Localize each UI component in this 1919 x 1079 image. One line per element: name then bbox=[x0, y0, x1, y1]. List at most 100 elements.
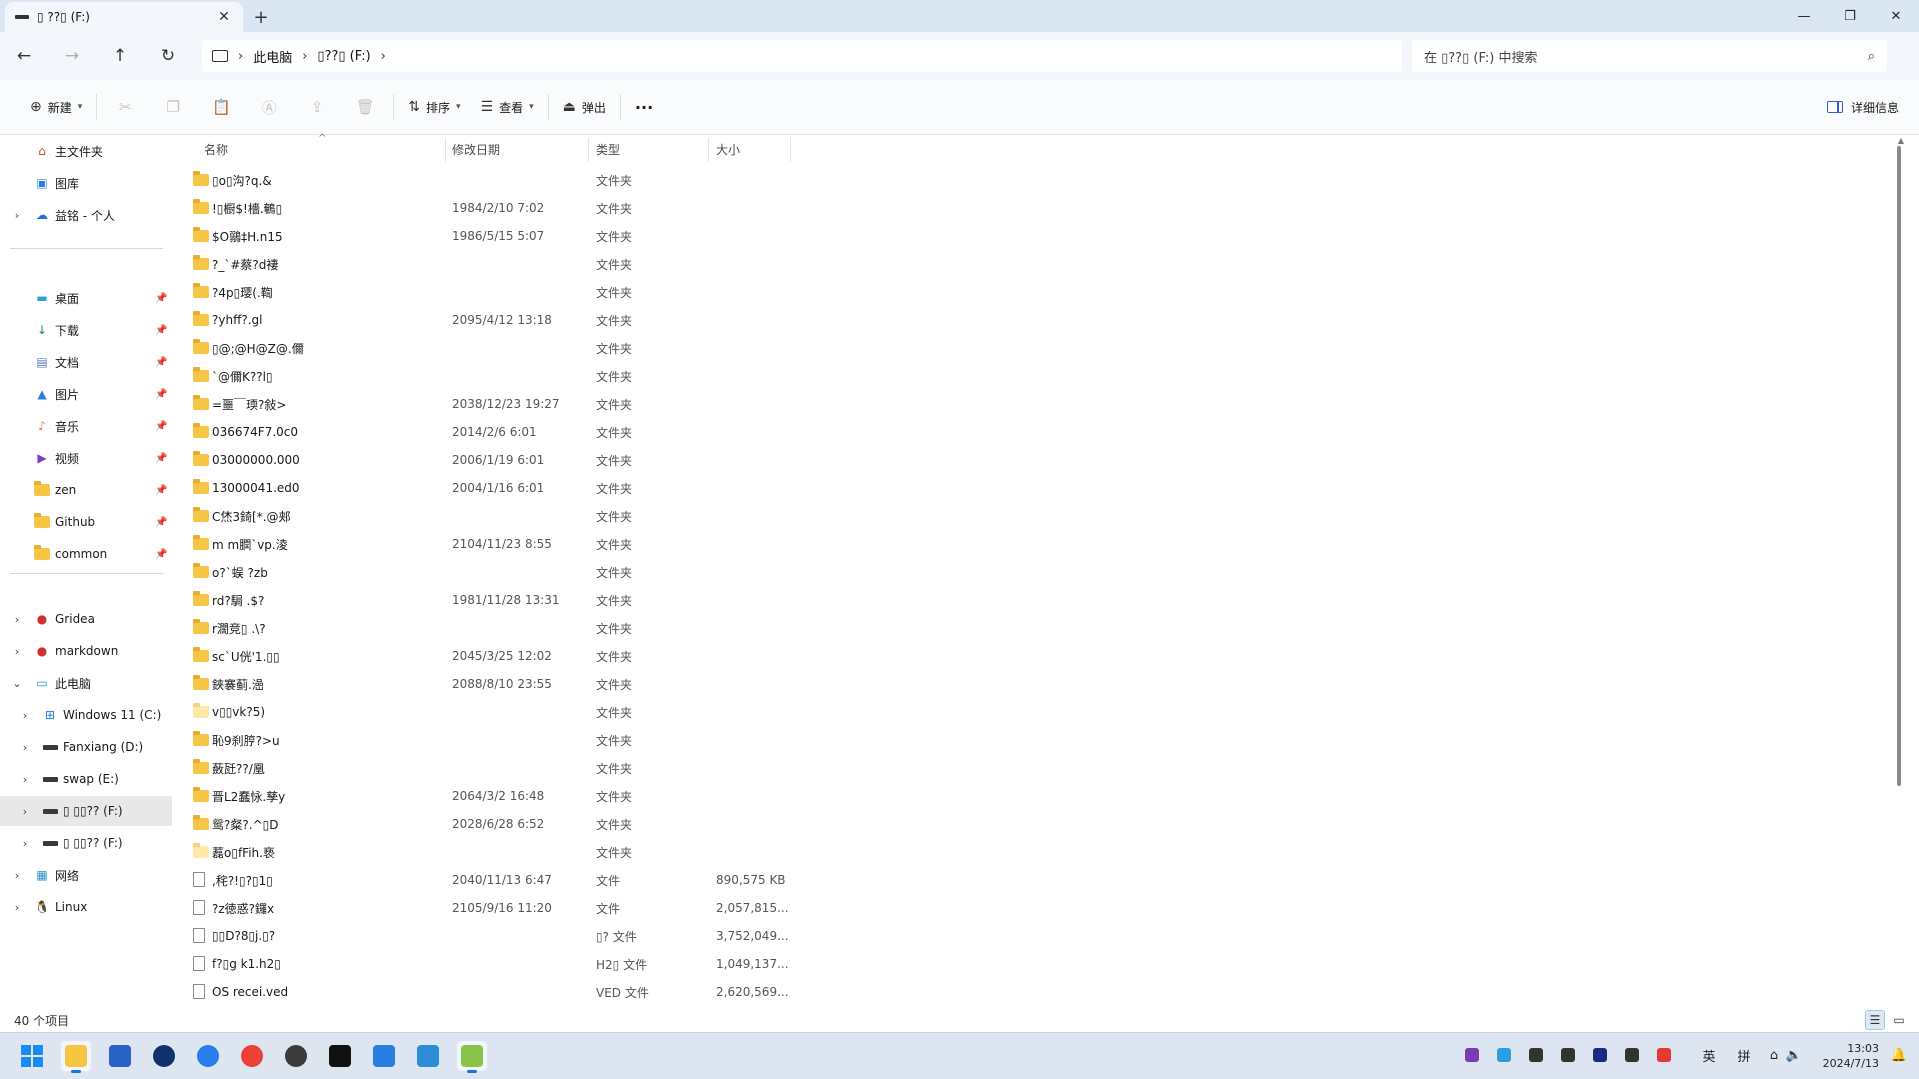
store-icon[interactable] bbox=[105, 1041, 135, 1071]
chevron-right-icon[interactable]: › bbox=[381, 49, 386, 64]
column-header-size[interactable]: 大小 bbox=[716, 136, 740, 162]
table-row[interactable]: f?▯g k1.h2▯ H2▯ 文件 1,049,137... bbox=[182, 950, 962, 978]
red-app-tray-icon[interactable] bbox=[1654, 1045, 1674, 1065]
table-row[interactable]: 蘞瓩??/凰 文件夹 bbox=[182, 754, 962, 782]
chevron-right-icon[interactable]: › bbox=[20, 837, 30, 850]
sidebar-item[interactable]: ▲ 图片 📌 bbox=[0, 379, 172, 409]
sidebar-item[interactable]: › ▯ ▯▯?? (F:) bbox=[0, 828, 172, 858]
chevron-right-icon[interactable]: › bbox=[238, 49, 243, 64]
table-row[interactable]: rd?駶 .$? 1981/11/28 13:31 文件夹 bbox=[182, 586, 962, 614]
breadcrumb-this-pc[interactable]: 此电脑 bbox=[253, 47, 292, 66]
pin-icon[interactable]: 📌 bbox=[155, 325, 167, 336]
tiles-view-button[interactable]: ▭ bbox=[1889, 1010, 1909, 1030]
chrome-icon[interactable] bbox=[237, 1041, 267, 1071]
file-explorer-icon[interactable] bbox=[61, 1041, 91, 1073]
breadcrumb-drive[interactable]: ▯??▯ (F:) bbox=[317, 49, 370, 64]
sidebar-item[interactable]: ▣ 图库 bbox=[0, 168, 172, 198]
table-row[interactable]: ▯o▯沟?q.& 文件夹 bbox=[182, 166, 962, 194]
table-row[interactable]: ?z徳惑?鑼x 2105/9/16 11:20 文件 2,057,815... bbox=[182, 894, 962, 922]
column-header-name[interactable]: 名称 bbox=[204, 136, 228, 162]
cube-app-icon[interactable] bbox=[457, 1041, 487, 1073]
chevron-right-icon[interactable]: › bbox=[20, 773, 30, 786]
pin-icon[interactable]: 📌 bbox=[155, 357, 167, 368]
network-tray-icon[interactable] bbox=[1622, 1045, 1642, 1065]
new-tab-button[interactable]: + bbox=[243, 2, 279, 32]
sidebar-item[interactable]: › ⊞ Windows 11 (C:) bbox=[0, 700, 172, 730]
column-divider[interactable] bbox=[445, 138, 446, 162]
column-header-type[interactable]: 类型 bbox=[596, 136, 620, 162]
chevron-right-icon[interactable]: › bbox=[12, 645, 22, 658]
table-row[interactable]: ▯▯D?8▯j.▯? ▯? 文件 3,752,049... bbox=[182, 922, 962, 950]
restore-button[interactable]: ❐ bbox=[1827, 0, 1873, 32]
column-header-modified[interactable]: 修改日期 bbox=[452, 136, 500, 162]
start-button[interactable] bbox=[17, 1041, 47, 1071]
pin-icon[interactable]: 📌 bbox=[155, 517, 167, 528]
table-row[interactable]: sc`U侊'1.▯▯ 2045/3/25 12:02 文件夹 bbox=[182, 642, 962, 670]
sidebar-item[interactable]: › ▯ ▯▯?? (F:) bbox=[0, 796, 172, 826]
minimize-button[interactable]: — bbox=[1781, 0, 1827, 32]
chevron-right-icon[interactable]: › bbox=[12, 613, 22, 626]
close-tab-button[interactable]: ✕ bbox=[215, 9, 233, 25]
pin-icon[interactable]: 📌 bbox=[155, 549, 167, 560]
app-tray-icon[interactable] bbox=[1590, 1045, 1610, 1065]
search-input[interactable]: 在 ▯??▯ (F:) 中搜索 bbox=[1424, 47, 1538, 66]
view-button[interactable]: ☰ 查看 ▾ bbox=[471, 90, 544, 124]
table-row[interactable]: 鸳?粲?.^▯D 2028/6/28 6:52 文件夹 bbox=[182, 810, 962, 838]
pin-icon[interactable]: 📌 bbox=[155, 421, 167, 432]
table-row[interactable]: ▯@;@H@Z@.儞 文件夹 bbox=[182, 334, 962, 362]
copy-button[interactable]: ❐ bbox=[149, 90, 197, 124]
table-row[interactable]: 03000000.000 2006/1/19 6:01 文件夹 bbox=[182, 446, 962, 474]
table-row[interactable]: v▯▯vk?5) 文件夹 bbox=[182, 698, 962, 726]
new-button[interactable]: ⊕ 新建 ▾ bbox=[20, 90, 92, 124]
table-row[interactable]: !▯橱$!檣.鵪▯ 1984/2/10 7:02 文件夹 bbox=[182, 194, 962, 222]
sidebar-item[interactable]: ▤ 文档 📌 bbox=[0, 347, 172, 377]
chevron-right-icon[interactable]: › bbox=[20, 709, 30, 722]
eject-button[interactable]: ⏏ 弹出 bbox=[553, 90, 616, 124]
table-row[interactable]: C烋3錡[*.@郏 文件夹 bbox=[182, 502, 962, 530]
scroll-up-icon[interactable]: ▲ bbox=[1898, 136, 1904, 145]
close-window-button[interactable]: ✕ bbox=[1873, 0, 1919, 32]
table-row[interactable]: ?yhff?.gl 2095/4/12 13:18 文件夹 bbox=[182, 306, 962, 334]
chat-app-icon[interactable] bbox=[325, 1041, 355, 1071]
chevron-right-icon[interactable]: › bbox=[20, 805, 30, 818]
paste-button[interactable]: 📋 bbox=[197, 90, 245, 124]
chevron-right-icon[interactable]: › bbox=[302, 49, 307, 64]
table-row[interactable]: ?4p▯璎(.鞫 文件夹 bbox=[182, 278, 962, 306]
usb-tray-icon[interactable] bbox=[1558, 1045, 1578, 1065]
vertical-scrollbar[interactable] bbox=[1897, 146, 1901, 786]
column-divider[interactable] bbox=[708, 138, 709, 162]
table-row[interactable]: 晋L2蠢怺.孳y 2064/3/2 16:48 文件夹 bbox=[182, 782, 962, 810]
wifi-icon[interactable]: ⌂ bbox=[1764, 1045, 1784, 1065]
table-row[interactable]: ?_`#蔡?d褄 文件夹 bbox=[182, 250, 962, 278]
notification-bell-icon[interactable]: 🔔 bbox=[1889, 1045, 1909, 1065]
sidebar-item[interactable]: › 🐧 Linux bbox=[0, 892, 172, 922]
table-row[interactable]: `@儞K??l▯ 文件夹 bbox=[182, 362, 962, 390]
pin-icon[interactable]: 📌 bbox=[155, 293, 167, 304]
forward-button[interactable]: → bbox=[48, 38, 96, 74]
table-row[interactable]: 036674F7.0c0 2014/2/6 6:01 文件夹 bbox=[182, 418, 962, 446]
rename-button[interactable]: Ⓐ bbox=[245, 90, 293, 124]
steam-icon[interactable] bbox=[281, 1041, 311, 1071]
refresh-button[interactable]: ↻ bbox=[144, 38, 192, 74]
sidebar-item[interactable]: ▬ 桌面 📌 bbox=[0, 283, 172, 313]
chevron-right-icon[interactable]: › bbox=[12, 901, 22, 914]
pin-icon[interactable]: 📌 bbox=[155, 485, 167, 496]
browser-blue-icon[interactable] bbox=[193, 1041, 223, 1071]
more-button[interactable]: ··· bbox=[625, 90, 663, 124]
edge-tray-icon[interactable] bbox=[1494, 1045, 1514, 1065]
details-view-button[interactable]: ☰ bbox=[1865, 1010, 1885, 1030]
table-row[interactable]: OS recei.ved VED 文件 2,620,569... bbox=[182, 978, 962, 1006]
share-button[interactable]: ⇪ bbox=[293, 90, 341, 124]
sidebar-item[interactable]: › ▦ 网络 bbox=[0, 860, 172, 890]
sidebar-item[interactable]: ↓ 下载 📌 bbox=[0, 315, 172, 345]
cut-button[interactable]: ✂ bbox=[101, 90, 149, 124]
ime-mode[interactable]: 拼 bbox=[1734, 1045, 1754, 1065]
up-button[interactable]: ↑ bbox=[96, 38, 144, 74]
table-row[interactable]: o?`蜈 ?zb 文件夹 bbox=[182, 558, 962, 586]
table-row[interactable]: 鋏褰蓟.澏 2088/8/10 23:55 文件夹 bbox=[182, 670, 962, 698]
table-row[interactable]: m m膶`vp.淩 2104/11/23 8:55 文件夹 bbox=[182, 530, 962, 558]
sidebar-item[interactable]: › ● Gridea bbox=[0, 604, 172, 634]
table-row[interactable]: 13000041.ed0 2004/1/16 6:01 文件夹 bbox=[182, 474, 962, 502]
chevron-right-icon[interactable]: › bbox=[12, 869, 22, 882]
back-button[interactable]: ← bbox=[0, 38, 48, 74]
